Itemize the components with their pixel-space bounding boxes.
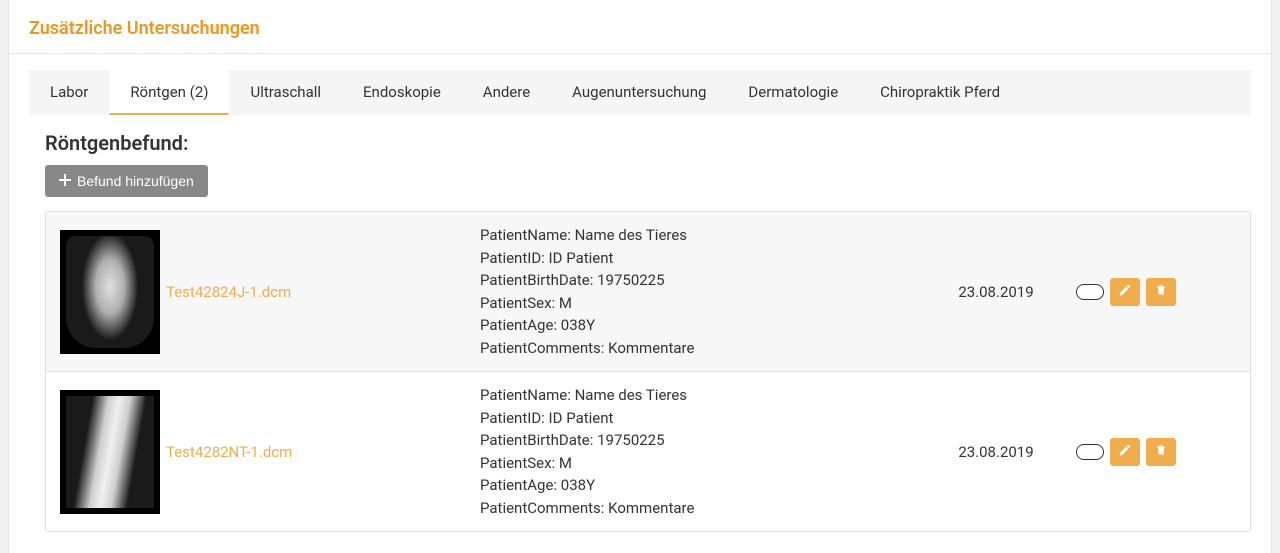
- findings-table: Test42824J-1.dcm PatientName: Name des T…: [45, 211, 1251, 532]
- meta-value: ID Patient: [549, 249, 614, 267]
- panel-title: Zusätzliche Untersuchungen: [9, 0, 1271, 54]
- filename-link[interactable]: Test4282NT-1.dcm: [166, 443, 292, 461]
- meta-label: PatientComments:: [480, 499, 604, 517]
- meta-value: Name des Tieres: [575, 226, 687, 244]
- meta-label: PatientSex:: [480, 454, 555, 472]
- plus-icon: [59, 173, 71, 189]
- xray-thumbnail[interactable]: [60, 230, 160, 354]
- add-finding-label: Befund hinzufügen: [77, 173, 194, 189]
- tab-ultraschall[interactable]: Ultraschall: [229, 70, 342, 115]
- tab-andere[interactable]: Andere: [462, 70, 551, 115]
- meta-label: PatientSex:: [480, 294, 555, 312]
- meta-value: ID Patient: [549, 409, 614, 427]
- table-row: Test42824J-1.dcm PatientName: Name des T…: [46, 212, 1250, 371]
- meta-label: PatientBirthDate:: [480, 431, 593, 449]
- date-cell: 23.08.2019: [916, 283, 1076, 301]
- delete-button[interactable]: [1146, 278, 1176, 306]
- date-cell: 23.08.2019: [916, 443, 1076, 461]
- meta-label: PatientBirthDate:: [480, 271, 593, 289]
- edit-button[interactable]: [1110, 438, 1140, 466]
- meta-label: PatientAge:: [480, 476, 557, 494]
- section-title: Röntgenbefund:: [45, 131, 1251, 155]
- actions-cell: [1076, 438, 1236, 466]
- toggle-pill[interactable]: [1076, 444, 1104, 460]
- actions-cell: [1076, 278, 1236, 306]
- meta-label: PatientName:: [480, 386, 571, 404]
- thumbnail-cell: Test42824J-1.dcm: [60, 230, 480, 354]
- thumbnail-cell: Test4282NT-1.dcm: [60, 390, 480, 514]
- edit-button[interactable]: [1110, 278, 1140, 306]
- meta-label: PatientAge:: [480, 316, 557, 334]
- content-area: Röntgenbefund: Befund hinzufügen Test428…: [45, 131, 1251, 532]
- filename-link[interactable]: Test42824J-1.dcm: [166, 283, 291, 301]
- xray-thumbnail[interactable]: [60, 390, 160, 514]
- trash-icon: [1155, 283, 1167, 300]
- tab-augenuntersuchung[interactable]: Augenuntersuchung: [551, 70, 727, 115]
- meta-value: M: [559, 454, 572, 472]
- metadata-cell: PatientName: Name des Tieres PatientID: …: [480, 384, 916, 519]
- metadata-cell: PatientName: Name des Tieres PatientID: …: [480, 224, 916, 359]
- tab-roentgen[interactable]: Röntgen (2): [109, 70, 229, 115]
- trash-icon: [1155, 443, 1167, 460]
- meta-label: PatientID:: [480, 409, 545, 427]
- meta-value: Kommentare: [608, 339, 694, 357]
- toggle-pill[interactable]: [1076, 284, 1104, 300]
- meta-label: PatientName:: [480, 226, 571, 244]
- panel-wrap: Zusätzliche Untersuchungen Labor Röntgen…: [8, 0, 1272, 553]
- meta-value: 19750225: [597, 431, 664, 449]
- delete-button[interactable]: [1146, 438, 1176, 466]
- edit-icon: [1118, 283, 1132, 300]
- meta-value: Kommentare: [608, 499, 694, 517]
- meta-label: PatientID:: [480, 249, 545, 267]
- meta-value: Name des Tieres: [575, 386, 687, 404]
- tab-chiropraktik[interactable]: Chiropraktik Pferd: [859, 70, 1021, 115]
- edit-icon: [1118, 443, 1132, 460]
- meta-value: 19750225: [597, 271, 664, 289]
- meta-value: 038Y: [561, 476, 595, 494]
- meta-value: M: [559, 294, 572, 312]
- table-row: Test4282NT-1.dcm PatientName: Name des T…: [46, 371, 1250, 531]
- meta-value: 038Y: [561, 316, 595, 334]
- meta-label: PatientComments:: [480, 339, 604, 357]
- tab-labor[interactable]: Labor: [29, 70, 109, 115]
- tab-endoskopie[interactable]: Endoskopie: [342, 70, 462, 115]
- tab-dermatologie[interactable]: Dermatologie: [727, 70, 859, 115]
- tabs-bar: Labor Röntgen (2) Ultraschall Endoskopie…: [29, 70, 1251, 115]
- add-finding-button[interactable]: Befund hinzufügen: [45, 165, 208, 197]
